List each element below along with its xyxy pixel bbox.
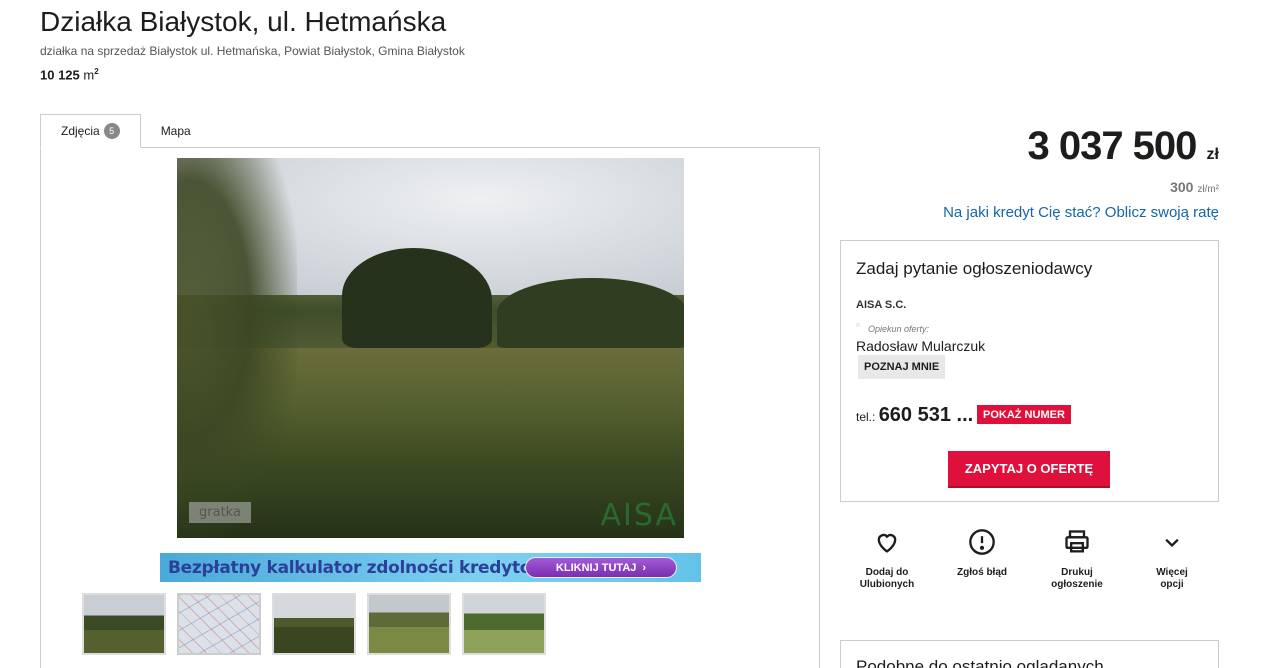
price-per-m2: 300 zł/m²: [1170, 179, 1219, 195]
area-unit: m: [83, 67, 95, 83]
action-label: Zgłoś błąd: [957, 567, 1007, 578]
gallery-tabs: Zdjęcia 5 Mapa: [40, 114, 211, 148]
thumbnail-2[interactable]: [177, 593, 261, 655]
avatar: [856, 323, 860, 327]
more-options-button[interactable]: Więcej opcji: [1125, 528, 1219, 591]
meet-agent-button[interactable]: POZNAJ MNIE: [858, 355, 946, 379]
heart-icon: [877, 533, 897, 553]
add-to-favorites-button[interactable]: Dodaj do Ulubionych: [840, 528, 934, 591]
price-per-m2-unit: zł/m²: [1197, 184, 1219, 195]
tab-photos-label: Zdjęcia: [61, 124, 100, 138]
tel-label: tel.:: [856, 410, 876, 424]
thumbnail-3[interactable]: [272, 593, 356, 655]
listing-actions: Dodaj do Ulubionych Zgłoś błąd Drukuj ogło…: [840, 528, 1219, 591]
banner-text: Bezpłatny kalkulator zdolności kredytowe…: [168, 557, 571, 578]
banner-click-button[interactable]: KLIKNIJ TUTAJ ›: [525, 557, 677, 578]
print-listing-button[interactable]: Drukuj ogłoszenie: [1030, 528, 1124, 591]
thumbnail-4[interactable]: [367, 593, 451, 655]
price-amount: 3 037 500: [1027, 124, 1197, 168]
listing-subtitle: działka na sprzedaż Białystok ul. Hetmań…: [40, 44, 465, 58]
photo-count-badge: 5: [103, 123, 120, 139]
similar-listings-box: Podobne do ostatnio oglądanych: [840, 640, 1219, 668]
thumbnail-5[interactable]: [462, 593, 546, 655]
chevron-right-icon: ›: [642, 561, 647, 574]
banner-button-label: KLIKNIJ TUTAJ: [555, 561, 637, 574]
tab-photos[interactable]: Zdjęcia 5: [40, 114, 141, 148]
agent-name: Radosław Mularczuk: [856, 338, 986, 354]
contact-box: Zadaj pytanie ogłoszeniodawcy AISA S.C. …: [840, 240, 1219, 502]
action-label: opcji: [1160, 579, 1184, 590]
listing-title: Działka Białystok, ul. Hetmańska: [40, 6, 447, 37]
ask-about-offer-button[interactable]: ZAPYTAJ O OFERTĘ: [948, 451, 1110, 488]
action-label: Drukuj: [1061, 567, 1093, 578]
agent-caption: Opiekun oferty:: [868, 324, 930, 334]
tab-map-label: Mapa: [160, 124, 191, 138]
credit-calculator-link[interactable]: Na jaki kredyt Cię stać? Oblicz swoją ra…: [943, 204, 1219, 221]
price-per-m2-value: 300: [1170, 179, 1194, 195]
show-number-button[interactable]: POKAŻ NUMER: [977, 405, 1071, 424]
thumbnail-strip: [82, 593, 546, 655]
thumbnail-1[interactable]: [82, 593, 166, 655]
tel-number: 660 531 ...: [878, 404, 974, 426]
alert-circle-icon: [969, 529, 995, 555]
chevron-down-icon: [1165, 538, 1179, 548]
action-label: Dodaj do: [865, 567, 909, 578]
area-unit-sup: 2: [94, 67, 99, 76]
similar-listings-title: Podobne do ostatnio oglądanych: [856, 657, 1104, 668]
printer-icon: [1065, 530, 1089, 553]
contact-title: Zadaj pytanie ogłoszeniodawcy: [856, 259, 1093, 278]
gratka-watermark: gratka: [189, 502, 251, 523]
tab-map[interactable]: Mapa: [141, 114, 211, 148]
aisa-watermark: AISA: [600, 498, 678, 533]
agency-name[interactable]: AISA S.C.: [856, 299, 906, 311]
price-currency: zł: [1206, 146, 1219, 163]
action-label: ogłoszenie: [1051, 579, 1103, 590]
report-error-button[interactable]: Zgłoś błąd: [935, 528, 1029, 591]
area-value: 10 125: [40, 67, 80, 83]
action-label: Więcej: [1156, 567, 1188, 578]
credit-calculator-banner[interactable]: Bezpłatny kalkulator zdolności kredytowe…: [160, 553, 701, 582]
photo-gallery: gratka AISA Bezpłatny kalkulator zdolnoś…: [40, 147, 820, 668]
price: 3 037 500 zł: [1027, 124, 1219, 169]
listing-area: 10 125 m2: [40, 67, 99, 82]
phone-number: tel.: 660 531 ...: [856, 404, 973, 427]
action-label: Ulubionych: [859, 579, 915, 590]
main-photo[interactable]: gratka AISA: [177, 158, 684, 538]
